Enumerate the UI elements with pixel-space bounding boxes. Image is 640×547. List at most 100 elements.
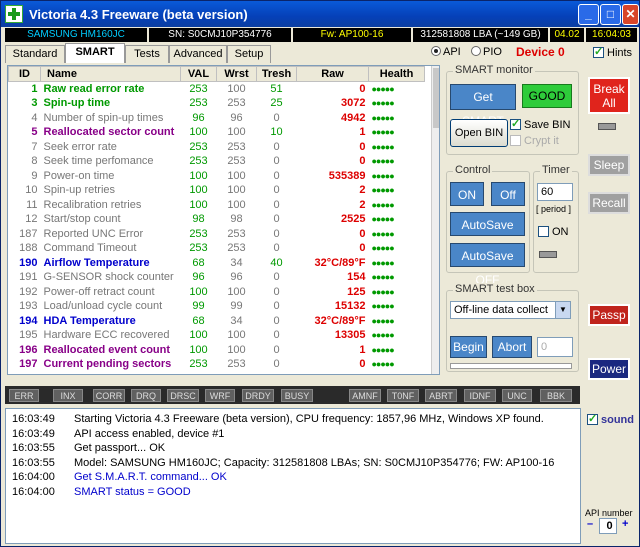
timer-on-checkbox[interactable]: ON bbox=[538, 226, 569, 238]
api-radio[interactable]: API bbox=[431, 46, 461, 58]
smart-val: 100 bbox=[189, 126, 208, 139]
control-off-button[interactable]: Off bbox=[491, 182, 525, 206]
drive-firmware: Fw: AP100-16 bbox=[293, 28, 411, 42]
sound-checkbox[interactable]: sound bbox=[587, 412, 634, 426]
table-row[interactable]: 12 Start/stop count 98 98 0 2525 ●●●●● bbox=[9, 212, 425, 227]
open-bin-button[interactable]: Open BIN bbox=[450, 119, 508, 147]
smart-threshold: 25 bbox=[270, 97, 283, 110]
smart-health: ●●●●● bbox=[371, 214, 395, 225]
table-row[interactable]: 194 HDA Temperature 68 34 0 32°C/89°F ●●●●● bbox=[9, 314, 425, 329]
log-time: 16:03:49 bbox=[12, 427, 55, 440]
smart-id: 12 bbox=[25, 213, 38, 226]
log-panel[interactable]: 16:03:49 Starting Victoria 4.3 Freeware (… bbox=[5, 408, 581, 544]
smart-worst: 253 bbox=[227, 242, 246, 255]
smart-raw: 13305 bbox=[334, 329, 366, 342]
table-row[interactable]: 7 Seek error rate 253 253 0 0 ●●●●● bbox=[9, 140, 425, 155]
col-header-wrst[interactable]: Wrst bbox=[216, 66, 257, 82]
table-row[interactable]: 1 Raw read error rate 253 100 51 0 ●●●●● bbox=[9, 82, 425, 97]
api-number-decrement[interactable]: – bbox=[587, 518, 593, 530]
api-number-input[interactable]: 0 bbox=[599, 518, 617, 534]
table-row[interactable]: 191 G-SENSOR shock counter 96 96 0 154 ●●●●● bbox=[9, 270, 425, 285]
smart-id: 195 bbox=[19, 329, 38, 342]
tab-smart[interactable]: SMART bbox=[65, 43, 125, 63]
test-number-input[interactable]: 0 bbox=[537, 337, 573, 357]
tab-standard[interactable]: Standard bbox=[5, 45, 65, 63]
smart-worst: 98 bbox=[230, 213, 243, 226]
col-header-raw[interactable]: Raw bbox=[296, 66, 369, 82]
table-row[interactable]: 4 Number of spin-up times 96 96 0 4942 ●●●●● bbox=[9, 111, 425, 126]
break-all-button[interactable]: Break All bbox=[588, 77, 630, 114]
smart-id: 190 bbox=[19, 256, 38, 269]
smart-health: ●●●●● bbox=[371, 170, 395, 181]
autosave-off-button[interactable]: AutoSave OFF bbox=[450, 243, 525, 287]
smart-id: 5 bbox=[31, 126, 38, 139]
timer-period-input[interactable]: 60 bbox=[537, 183, 573, 201]
smart-threshold: 0 bbox=[273, 155, 280, 168]
tab-setup[interactable]: Setup bbox=[227, 45, 271, 63]
chevron-down-icon[interactable]: ▼ bbox=[555, 302, 570, 318]
passport-button[interactable]: Passp bbox=[588, 304, 630, 326]
smart-worst: 99 bbox=[230, 300, 243, 313]
recall-button[interactable]: Recall bbox=[588, 192, 630, 214]
minimize-button[interactable]: _ bbox=[578, 4, 599, 25]
tab-advanced[interactable]: Advanced bbox=[169, 45, 227, 63]
sleep-button[interactable]: Sleep bbox=[588, 154, 630, 176]
smart-worst: 100 bbox=[227, 329, 246, 342]
smart-raw: 32°C/89°F bbox=[314, 314, 366, 327]
scrollbar-thumb[interactable] bbox=[433, 68, 439, 128]
pio-radio[interactable]: PIO bbox=[471, 46, 502, 58]
table-row[interactable]: 197 Current pending sectors 253 253 0 0 ●●●●● bbox=[9, 357, 425, 372]
table-row[interactable]: 3 Spin-up time 253 253 25 3072 ●●●●● bbox=[9, 96, 425, 111]
table-row[interactable]: 187 Reported UNC Error 253 253 0 0 ●●●●● bbox=[9, 227, 425, 242]
smart-health: ●●●●● bbox=[371, 156, 395, 167]
api-number-increment[interactable]: + bbox=[622, 518, 628, 530]
table-row[interactable]: 193 Load/unload cycle count 99 99 0 15132 ●●●●… bbox=[9, 299, 425, 314]
table-row[interactable]: 11 Recalibration retries 100 100 0 2 ●●●●● bbox=[9, 198, 425, 213]
smart-name: Recalibration retries bbox=[43, 198, 142, 211]
crypt-it-checkbox[interactable]: Crypt it bbox=[510, 135, 559, 147]
save-bin-checkbox[interactable]: Save BIN bbox=[510, 117, 570, 131]
flag-busy: BUSY bbox=[281, 389, 313, 402]
title-bar: Victoria 4.3 Freeware (beta version) _ □… bbox=[1, 1, 639, 27]
timer-on-label: ON bbox=[552, 226, 569, 238]
close-button[interactable]: ✕ bbox=[622, 4, 639, 25]
col-header-tresh[interactable]: Tresh bbox=[256, 66, 297, 82]
smart-health: ●●●●● bbox=[371, 228, 395, 239]
test-type-select[interactable]: Off-line data collect ▼ bbox=[450, 301, 571, 319]
table-row[interactable]: 192 Power-off retract count 100 100 0 125 ●●●●… bbox=[9, 285, 425, 300]
tab-tests[interactable]: Tests bbox=[125, 45, 169, 63]
table-row[interactable]: 8 Seek time perfomance 253 253 0 0 ●●●●● bbox=[9, 154, 425, 169]
smart-health: ●●●●● bbox=[371, 330, 395, 341]
test-abort-button[interactable]: Abort bbox=[492, 336, 532, 358]
get-smart-button[interactable]: Get SMART bbox=[450, 84, 516, 128]
test-begin-button[interactable]: Begin bbox=[450, 336, 487, 358]
control-label: Control bbox=[453, 164, 493, 176]
smart-name: Airflow Temperature bbox=[43, 256, 150, 269]
hints-checkbox[interactable]: Hints bbox=[593, 45, 632, 59]
col-header-id[interactable]: ID bbox=[8, 66, 41, 82]
smart-threshold: 10 bbox=[270, 126, 283, 139]
api-radio-label: API bbox=[443, 46, 461, 58]
table-scrollbar[interactable] bbox=[431, 66, 439, 374]
control-on-button[interactable]: ON bbox=[450, 182, 484, 206]
smart-test-box-label: SMART test box bbox=[453, 283, 537, 295]
col-header-val[interactable]: VAL bbox=[180, 66, 217, 82]
smart-raw: 0 bbox=[359, 83, 366, 95]
maximize-button[interactable]: □ bbox=[600, 4, 621, 25]
table-row[interactable]: 9 Power-on time 100 100 0 535389 ●●●●● bbox=[9, 169, 425, 184]
smart-health: ●●●●● bbox=[371, 84, 395, 94]
autosave-on-button[interactable]: AutoSave ON bbox=[450, 212, 525, 256]
log-text: Get S.M.A.R.T. command... OK bbox=[74, 471, 227, 483]
smart-raw: 0 bbox=[359, 140, 366, 153]
power-button[interactable]: Power bbox=[588, 358, 630, 380]
table-row[interactable]: 190 Airflow Temperature 68 34 40 32°C/89°F ●●●… bbox=[9, 256, 425, 271]
table-row[interactable]: 10 Spin-up retries 100 100 0 2 ●●●●● bbox=[9, 183, 425, 198]
table-row[interactable]: 188 Command Timeout 253 253 0 0 ●●●●● bbox=[9, 241, 425, 256]
col-header-health[interactable]: Health bbox=[368, 66, 425, 82]
table-row[interactable]: 196 Reallocated event count 100 100 0 1 ●●●●● bbox=[9, 343, 425, 358]
table-row[interactable]: 5 Reallocated sector count 100 100 10 1 ●●●●● bbox=[9, 125, 425, 140]
table-row[interactable]: 195 Hardware ECC recovered 100 100 0 13305 ●●●… bbox=[9, 328, 425, 343]
smart-name: Current pending sectors bbox=[43, 358, 172, 371]
col-header-name[interactable]: Name bbox=[40, 66, 181, 82]
flag-abrt: ABRT bbox=[425, 389, 457, 402]
